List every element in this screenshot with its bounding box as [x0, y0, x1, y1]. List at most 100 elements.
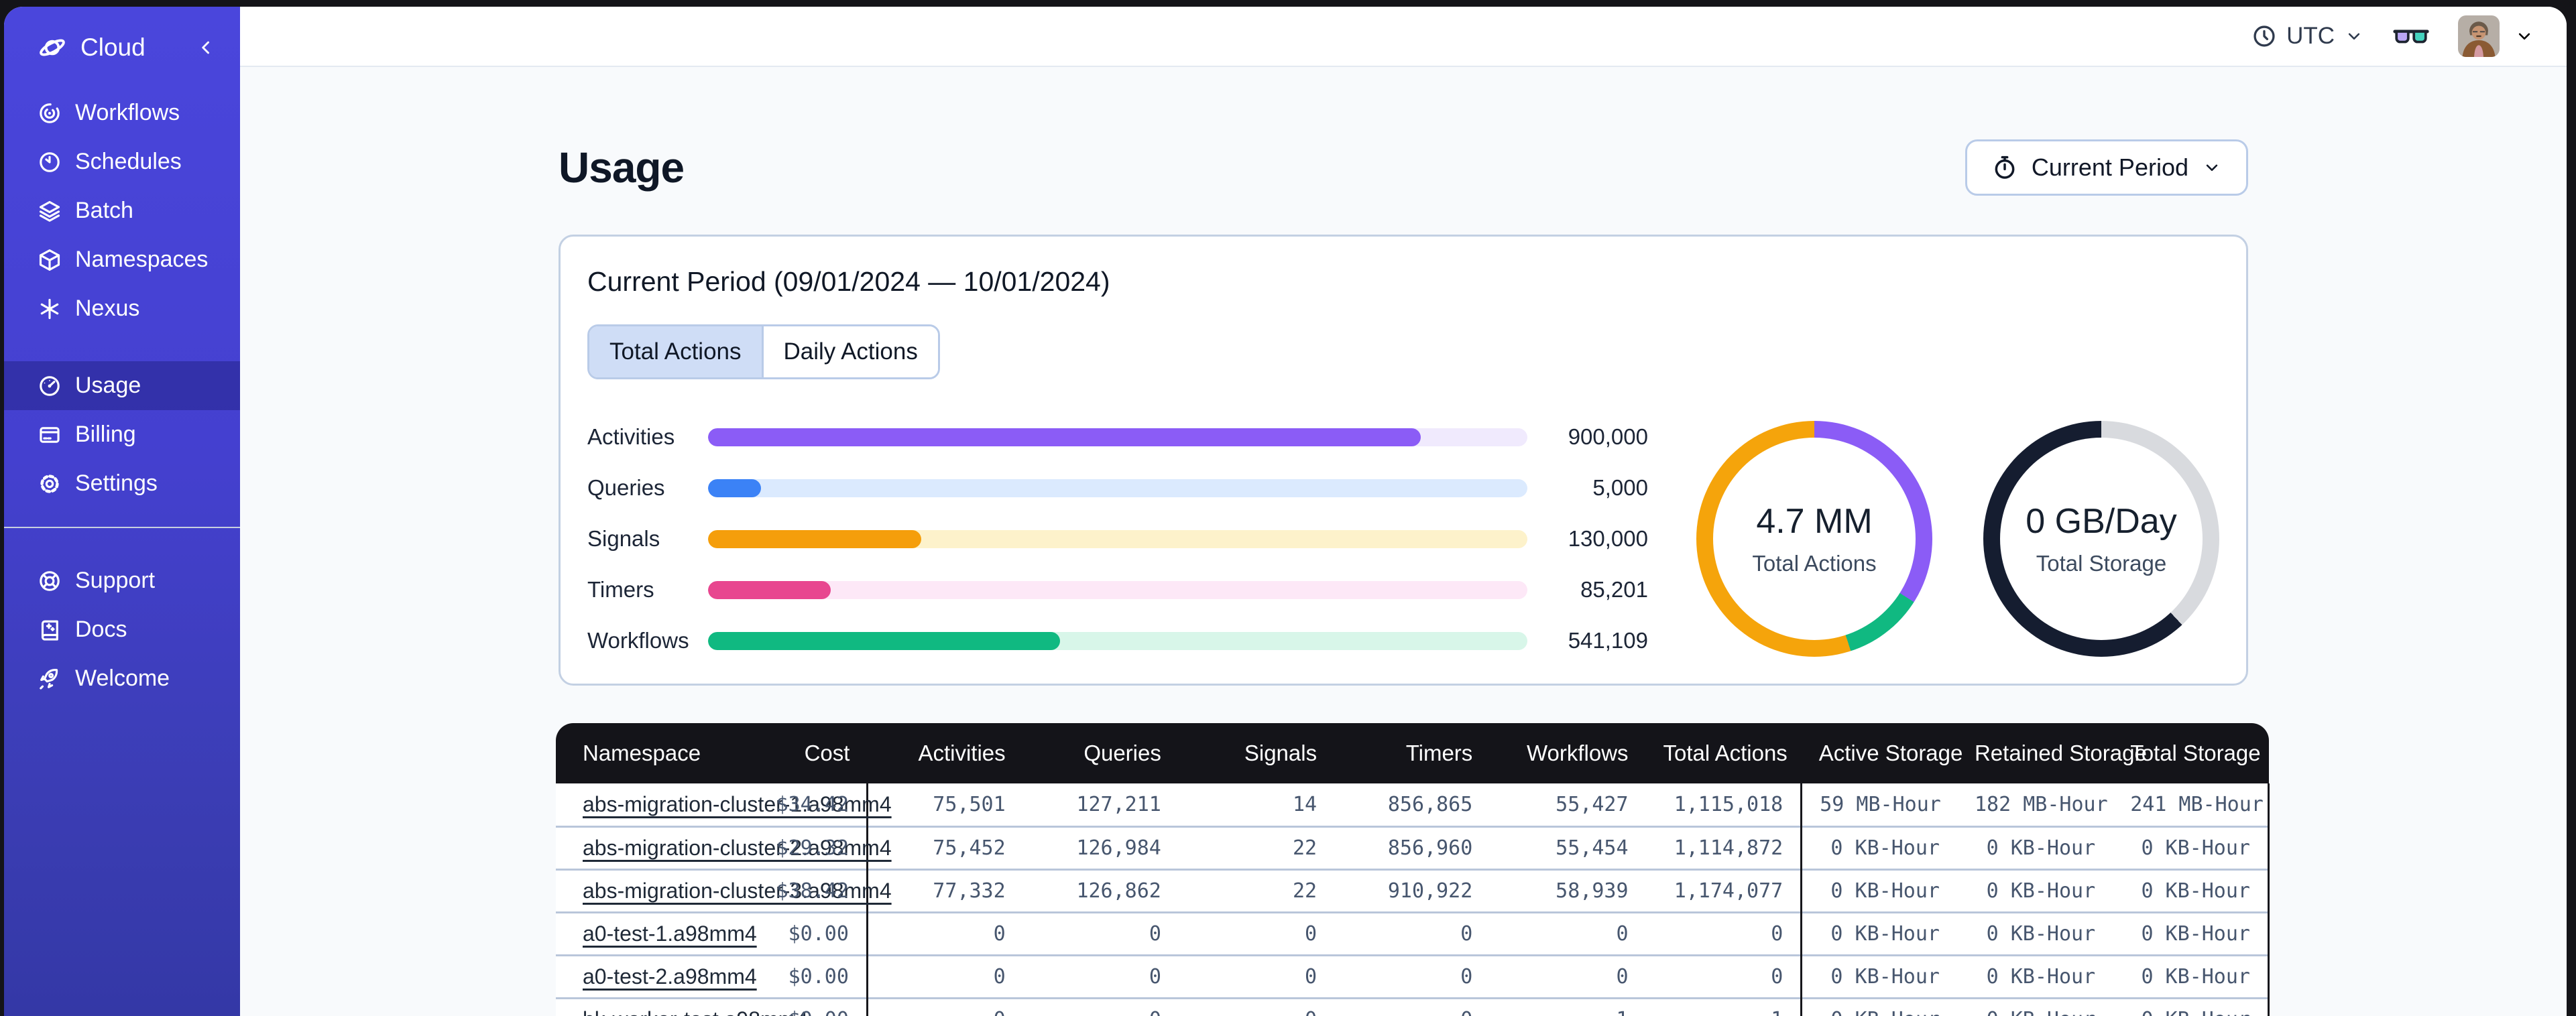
value-cell: 0: [1022, 911, 1179, 955]
sidebar-item-welcome[interactable]: Welcome: [4, 654, 240, 703]
value-cell: 126,984: [1022, 825, 1179, 869]
namespace-link[interactable]: a0-test-1.a98mm4: [583, 922, 757, 946]
sidebar-item-nexus[interactable]: Nexus: [4, 284, 240, 333]
value-cell: 0 KB-Hour: [1800, 868, 1957, 912]
value-cell: 0: [1334, 997, 1490, 1016]
value-cell: 0: [1645, 911, 1802, 955]
bar-value: 5,000: [1592, 475, 1648, 500]
workflows-icon: [38, 101, 62, 125]
value-cell: 0: [1490, 911, 1646, 955]
sidebar-nav-main: Workflows Schedules Batch Namespaces Nexus: [4, 88, 240, 333]
summary-donuts: 4.7 MM Total Actions 0 GB/Day Total Stor…: [1696, 421, 2219, 657]
sidebar-item-support[interactable]: Support: [4, 556, 240, 605]
column-header-workflows: Workflows: [1490, 723, 1646, 783]
bar-fill: [708, 631, 1061, 650]
column-header-activities: Activities: [867, 723, 1023, 783]
temporal-cloud-icon: [38, 33, 67, 62]
brand-label: Cloud: [80, 34, 145, 61]
current-period-card: Current Period (09/01/2024 — 10/01/2024)…: [559, 235, 2248, 686]
docs-icon: [38, 618, 62, 642]
glasses-icon[interactable]: [2392, 21, 2430, 51]
tab-total-actions[interactable]: Total Actions: [589, 326, 762, 377]
timezone-picker[interactable]: UTC: [2251, 23, 2364, 50]
namespace-cell: abs-migration-cluster-2.a98mm4: [556, 825, 892, 869]
usage-icon: [38, 374, 62, 398]
sidebar-item-usage[interactable]: Usage: [4, 361, 240, 410]
value-cell: 0 KB-Hour: [2113, 825, 2270, 869]
value-cell: 0: [1178, 954, 1335, 998]
value-cell: 1,114,872: [1645, 825, 1802, 869]
total-actions-donut: 4.7 MM Total Actions: [1696, 421, 1932, 657]
sidebar-item-workflows[interactable]: Workflows: [4, 88, 240, 137]
column-header-signals: Signals: [1178, 723, 1335, 783]
period-select-label: Current Period: [2031, 153, 2188, 181]
clock-icon: [2251, 23, 2277, 49]
value-cell: 0 KB-Hour: [2113, 911, 2270, 955]
total-actions-label: Total Actions: [1752, 551, 1877, 576]
bar-track: [708, 529, 1527, 548]
value-cell: 0: [866, 954, 1023, 998]
sidebar-nav-account: Usage Billing Settings: [4, 361, 240, 508]
namespace-cell: bk-worker-test.a98mm4: [556, 997, 808, 1016]
namespace-link[interactable]: a0-test-2.a98mm4: [583, 964, 757, 989]
bar-value: 900,000: [1568, 424, 1648, 449]
namespace-cell: a0-test-1.a98mm4: [556, 911, 757, 955]
bar-row-timers: Timers 85,201: [587, 577, 1648, 602]
bar-row-signals: Signals 130,000: [587, 526, 1648, 552]
value-cell: 0: [1334, 911, 1490, 955]
sidebar-item-batch[interactable]: Batch: [4, 186, 240, 235]
column-header-active-storage: Active Storage: [1801, 723, 1963, 783]
sidebar-item-settings[interactable]: Settings: [4, 459, 240, 508]
bar-track: [708, 580, 1527, 599]
sidebar-item-docs[interactable]: Docs: [4, 605, 240, 654]
namespace-usage-table: Namespace Cost Activities Queries Signals Tim…: [556, 723, 2270, 1016]
value-cell: 856,865: [1334, 783, 1490, 826]
value-cell: 241 MB-Hour: [2113, 783, 2270, 826]
total-storage-label: Total Storage: [2036, 551, 2167, 576]
value-cell: 55,454: [1490, 825, 1646, 869]
column-header-cost: Cost: [711, 723, 868, 783]
bar-value: 541,109: [1568, 628, 1648, 653]
column-header-total-actions: Total Actions: [1645, 723, 1802, 783]
period-select-button[interactable]: Current Period: [1965, 139, 2248, 196]
namespaces-icon: [38, 248, 62, 272]
value-cell: 55,427: [1490, 783, 1646, 826]
value-cell: 0 KB-Hour: [1800, 997, 1957, 1016]
bar-fill: [708, 428, 1421, 446]
sidebar-item-label: Namespaces: [75, 247, 209, 272]
tab-daily-actions[interactable]: Daily Actions: [761, 326, 938, 377]
value-cell: 22: [1178, 825, 1335, 869]
namespace-link[interactable]: bk-worker-test.a98mm4: [583, 1007, 808, 1016]
sidebar-item-namespaces[interactable]: Namespaces: [4, 235, 240, 284]
column-header-retained-storage: Retained Storage: [1956, 723, 2147, 783]
sidebar-item-schedules[interactable]: Schedules: [4, 137, 240, 186]
value-cell: 910,922: [1334, 868, 1490, 912]
sidebar-item-label: Workflows: [75, 100, 180, 125]
namespace-cell: abs-migration-cluster-3.a98mm4: [556, 868, 892, 912]
sidebar-item-label: Docs: [75, 617, 127, 642]
namespace-cell: a0-test-2.a98mm4: [556, 954, 757, 998]
user-menu[interactable]: [2458, 15, 2534, 57]
page-title: Usage: [559, 143, 685, 192]
sidebar-item-billing[interactable]: Billing: [4, 410, 240, 459]
sidebar: Cloud Workflows Schedules Batch Namespaces N…: [4, 7, 240, 1016]
schedules-icon: [38, 150, 62, 174]
value-cell: 0: [1490, 954, 1646, 998]
bar-row-activities: Activities 900,000: [587, 424, 1648, 450]
value-cell: 182 MB-Hour: [1956, 783, 2113, 826]
table-row: abs-migration-cluster-2.a98mm4 $29.32 75,4…: [556, 825, 2270, 869]
total-storage-value: 0 GB/Day: [2026, 502, 2177, 541]
sidebar-nav-footer: Support Docs Welcome: [4, 556, 240, 703]
nexus-icon: [38, 297, 62, 321]
value-cell: 0: [866, 911, 1023, 955]
value-cell: 0 KB-Hour: [1800, 825, 1957, 869]
sidebar-item-label: Billing: [75, 422, 136, 447]
bar-value: 130,000: [1568, 526, 1648, 551]
sidebar-item-label: Batch: [75, 198, 133, 223]
sidebar-item-label: Settings: [75, 470, 158, 496]
sidebar-collapse-button[interactable]: [194, 36, 217, 59]
app-window: Cloud Workflows Schedules Batch Namespaces N…: [4, 7, 2567, 1016]
sidebar-item-label: Usage: [75, 373, 141, 398]
main-scroll-area[interactable]: Usage Current Period Current Period (09/…: [240, 67, 2567, 1016]
card-title: Current Period (09/01/2024 — 10/01/2024): [587, 266, 1110, 297]
